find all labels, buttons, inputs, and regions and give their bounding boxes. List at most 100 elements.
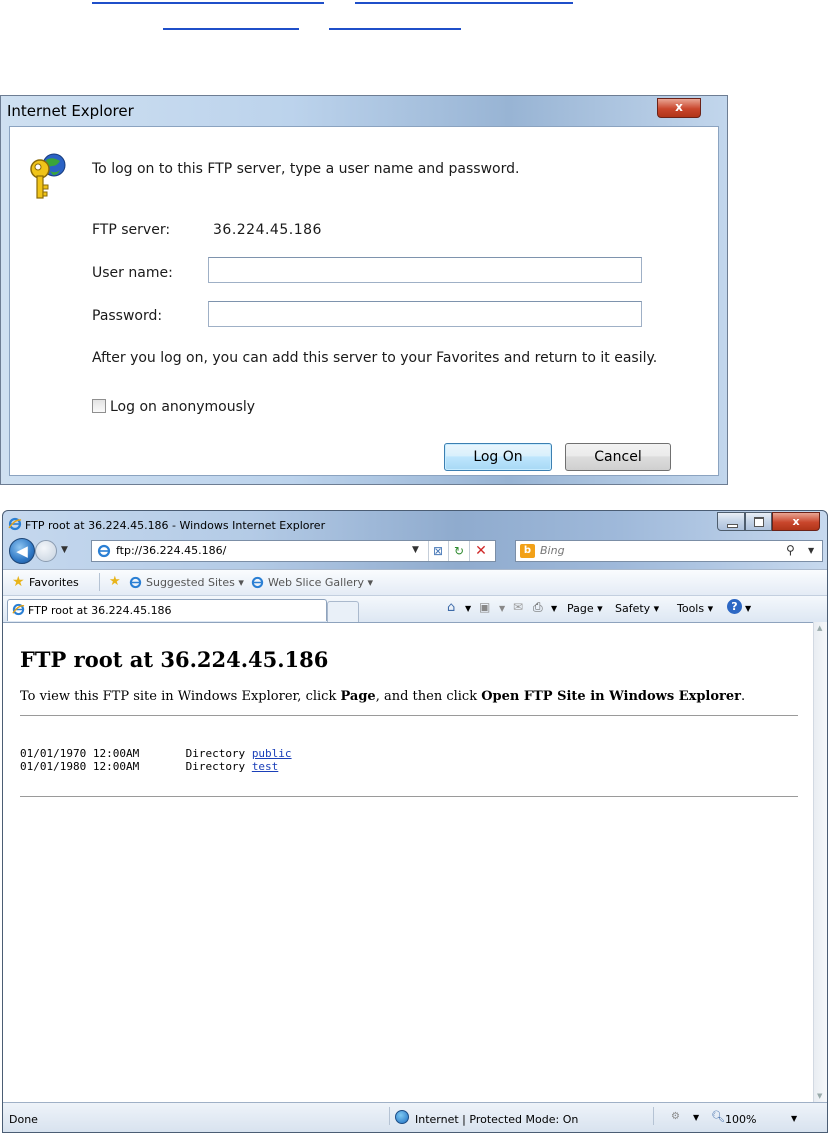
tab-bar: FTP root at 36.224.45.186 ⌂ ▼ ▣ ▼ ✉ ⎙ ▼ …: [3, 595, 827, 623]
favorites-separator: [99, 573, 100, 591]
dialog-body: To log on to this FTP server, type a use…: [9, 126, 719, 476]
tools-menu[interactable]: Tools ▾: [677, 602, 713, 615]
ie-icon: [8, 517, 22, 531]
status-separator: [653, 1107, 654, 1125]
status-bar: Done Internet | Protected Mode: On ⚙ ▼ 🔍…: [3, 1102, 827, 1132]
top-link-4[interactable]: [329, 28, 461, 30]
feeds-icon[interactable]: ▣: [479, 600, 490, 614]
top-link-1[interactable]: [92, 2, 324, 4]
top-link-2[interactable]: [355, 2, 573, 4]
key-globe-icon: [30, 153, 66, 199]
instruction-text-2: , and then click: [375, 689, 482, 704]
instruction-text-3: .: [741, 689, 746, 704]
help-icon[interactable]: ?: [727, 599, 742, 614]
ie-suggested-icon: [129, 576, 142, 589]
page-content: FTP root at 36.224.45.186 To view this F…: [3, 622, 813, 1103]
vertical-scrollbar[interactable]: ▲ ▼: [813, 622, 827, 1102]
anonymous-label[interactable]: Log on anonymously: [110, 399, 255, 415]
maximize-button[interactable]: [745, 512, 772, 531]
log-on-button[interactable]: Log On: [444, 443, 552, 471]
safety-menu[interactable]: Safety ▾: [615, 602, 659, 615]
directory-link-public[interactable]: public: [252, 747, 292, 760]
status-separator: [389, 1107, 390, 1125]
page-heading: FTP root at 36.224.45.186: [20, 647, 329, 672]
window-title: FTP root at 36.224.45.186 - Windows Inte…: [25, 519, 326, 532]
back-button[interactable]: ◀: [9, 538, 35, 564]
entry-date: 01/01/1970 12:00AM: [20, 747, 140, 760]
page-menu[interactable]: Page ▾: [567, 602, 603, 615]
protected-mode-dropdown-icon[interactable]: ▼: [693, 1113, 699, 1122]
new-tab-button[interactable]: [327, 601, 359, 622]
ftp-server-value: 36.224.45.186: [213, 222, 322, 238]
mail-icon[interactable]: ✉: [513, 600, 523, 614]
forward-button[interactable]: [35, 540, 57, 562]
instruction-text-1: To view this FTP site in Windows Explore…: [20, 689, 341, 704]
entry-type: Directory: [185, 760, 246, 773]
search-dropdown-icon[interactable]: ▼: [808, 546, 814, 555]
scroll-up-icon[interactable]: ▲: [817, 624, 822, 632]
directory-listing-row: 01/01/1980 12:00AM Directory test: [20, 760, 278, 773]
ftp-server-label: FTP server:: [92, 222, 171, 238]
instruction-page-bold: Page: [340, 689, 376, 704]
home-dropdown-icon[interactable]: ▼: [465, 604, 471, 613]
directory-listing-row: 01/01/1970 12:00AM Directory public: [20, 747, 292, 760]
directory-link-test[interactable]: test: [252, 760, 279, 773]
dialog-close-button[interactable]: x: [657, 98, 701, 118]
entry-type: Directory: [185, 747, 246, 760]
favorites-button[interactable]: Favorites: [29, 576, 79, 589]
browser-window: FTP root at 36.224.45.186 - Windows Inte…: [2, 510, 828, 1133]
password-label: Password:: [92, 308, 163, 324]
bottom-divider: [20, 796, 798, 797]
navigation-bar: ◀ ▼ ftp://36.224.45.186/ ▼ ⊠ ↻ ✕ b Bing …: [3, 537, 827, 567]
print-dropdown-icon[interactable]: ▼: [551, 604, 557, 613]
tab-ftp-root[interactable]: FTP root at 36.224.45.186: [7, 599, 327, 621]
minimize-icon: [727, 524, 738, 528]
maximize-icon: [754, 517, 764, 527]
window-close-button[interactable]: x: [772, 512, 820, 531]
security-zone[interactable]: Internet | Protected Mode: On: [415, 1113, 578, 1126]
favorites-bar: ★ Favorites ★ Suggested Sites ▾ Web Slic…: [3, 569, 827, 596]
scroll-down-icon[interactable]: ▼: [817, 1092, 822, 1100]
ftp-login-dialog: Internet Explorer x To log on to this FT…: [0, 95, 728, 485]
ie-tab-icon: [12, 603, 25, 616]
protected-mode-icon[interactable]: ⚙: [671, 1111, 680, 1122]
compatibility-view-icon[interactable]: ⊠: [428, 541, 447, 561]
refresh-icon[interactable]: ↻: [448, 541, 469, 561]
entry-date: 01/01/1980 12:00AM: [20, 760, 140, 773]
help-dropdown-icon[interactable]: ▼: [745, 604, 751, 613]
print-icon[interactable]: ⎙: [533, 600, 543, 615]
zoom-icon: 🔍︎: [711, 1110, 725, 1123]
bing-icon: b: [520, 544, 535, 558]
stop-icon[interactable]: ✕: [469, 541, 492, 561]
feeds-dropdown-icon[interactable]: ▼: [499, 604, 505, 613]
password-input[interactable]: [208, 301, 642, 327]
address-text[interactable]: ftp://36.224.45.186/: [116, 544, 226, 557]
web-slice-gallery-link[interactable]: Web Slice Gallery ▾: [268, 576, 373, 589]
username-label: User name:: [92, 265, 173, 281]
close-icon: x: [792, 515, 800, 528]
back-arrow-icon: ◀: [16, 542, 28, 560]
address-dropdown-icon[interactable]: ▼: [412, 545, 419, 555]
dialog-title: Internet Explorer: [7, 102, 134, 120]
zoom-level[interactable]: 100%: [725, 1113, 756, 1126]
ie-webslice-icon: [251, 576, 264, 589]
top-divider: [20, 715, 798, 716]
search-icon[interactable]: ⚲: [786, 543, 795, 557]
minimize-button[interactable]: [717, 512, 745, 531]
top-link-3[interactable]: [163, 28, 299, 30]
add-favorite-icon[interactable]: ★: [109, 574, 121, 589]
zoom-dropdown-icon[interactable]: ▼: [791, 1114, 797, 1123]
home-icon[interactable]: ⌂: [447, 600, 455, 615]
dialog-hint: After you log on, you can add this serve…: [92, 350, 658, 366]
search-placeholder[interactable]: Bing: [540, 544, 565, 557]
address-bar[interactable]: ftp://36.224.45.186/ ▼ ⊠ ↻ ✕: [91, 540, 496, 562]
anonymous-checkbox[interactable]: [92, 399, 106, 413]
close-icon: x: [675, 100, 683, 114]
dialog-message: To log on to this FTP server, type a use…: [92, 161, 520, 177]
page-instruction: To view this FTP site in Windows Explore…: [20, 689, 745, 704]
suggested-sites-link[interactable]: Suggested Sites ▾: [146, 576, 244, 589]
cancel-button[interactable]: Cancel: [565, 443, 671, 471]
recent-pages-dropdown-icon[interactable]: ▼: [61, 545, 68, 555]
username-input[interactable]: [208, 257, 642, 283]
search-box[interactable]: b Bing ⚲ ▼: [515, 540, 823, 562]
